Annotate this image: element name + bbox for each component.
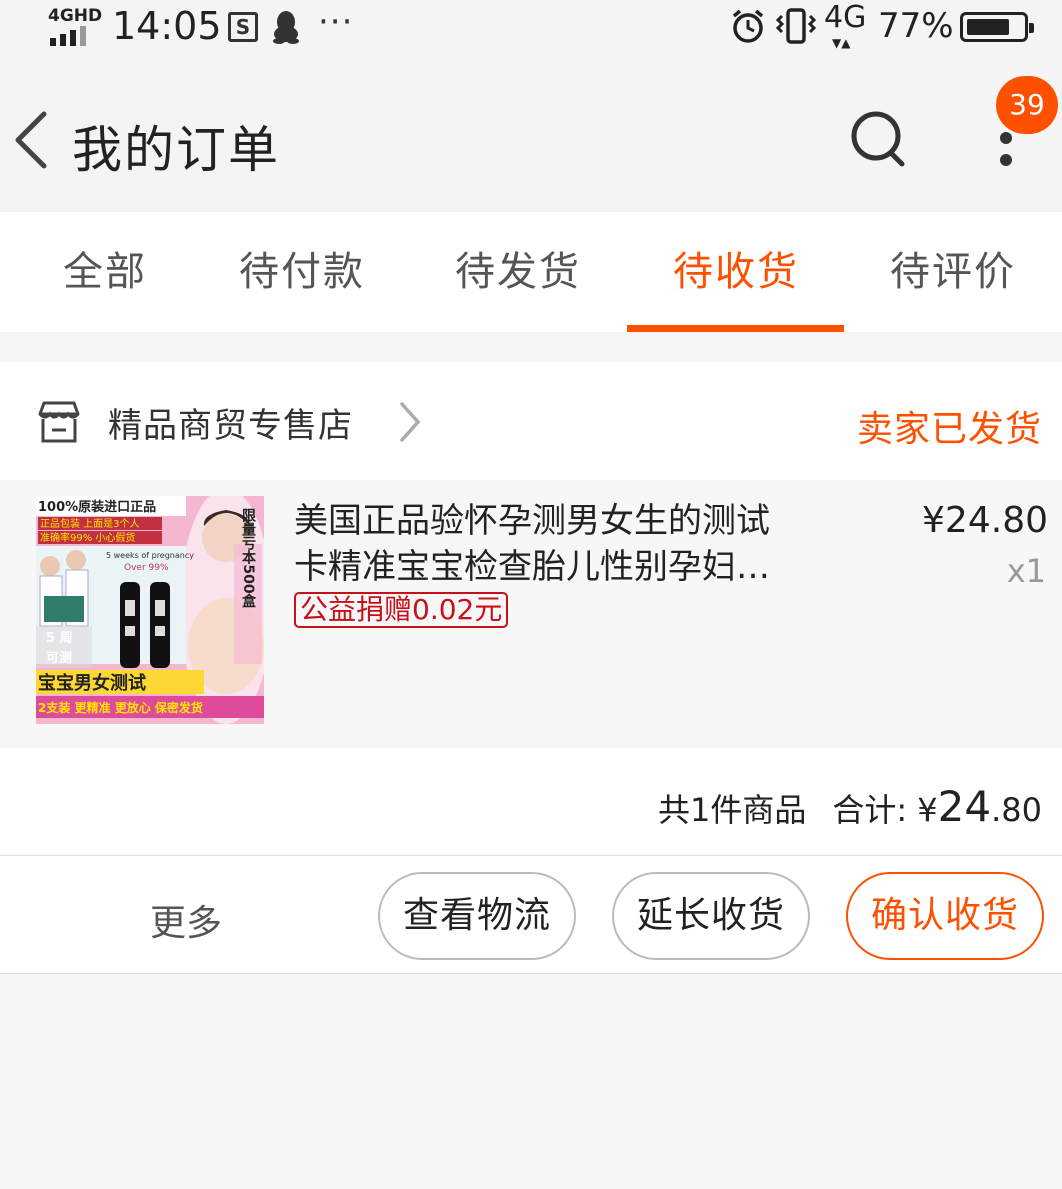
battery-icon [960,12,1034,42]
tab-pending-shipment[interactable]: 待发货 [438,212,598,332]
back-icon[interactable] [10,110,54,170]
currency-symbol: ¥ [917,791,938,829]
product-title-line-1: 美国正品验怀孕测男女生的测试 [294,501,770,541]
shop-name[interactable]: 精品商贸专售店 [108,398,353,447]
chevron-right-icon[interactable] [394,400,424,444]
thumb-weeks: 5 weeks of pregnancy [106,551,194,560]
product-title-line-2: 卡精准宝宝检查胎儿性别孕妇… [294,547,770,587]
order-status: 卖家已发货 [856,409,1042,450]
view-logistics-button[interactable]: 查看物流 [378,872,576,960]
order-actions: 更多 查看物流 延长收货 确认收货 [0,855,1062,974]
more-link[interactable]: 更多 [150,894,222,946]
product-title: 美国正品验怀孕测男女生的测试 卡精准宝宝检查胎儿性别孕妇… [294,498,808,590]
tab-pending-review[interactable]: 待评价 [872,212,1034,332]
product-quantity: x1 [1006,552,1046,590]
shop-header: 精品商贸专售店 卖家已发货 [0,362,1062,480]
product-price: ¥24.80 [922,500,1048,541]
total-label: 合计: [832,791,908,829]
network-indicator: 4GHD [48,6,103,46]
tab-pending-receipt[interactable]: 待收货 [656,212,816,332]
thumb-over: Over 99% [124,563,169,573]
order-item[interactable]: 100%原装进口正品 正品包装 上面是3个人 准确率99% 小心假货 5 wee… [0,480,1062,748]
charity-tag: 公益捐赠0.02元 [294,592,509,628]
mobile-data-label: 4G [824,0,867,35]
product-image: 100%原装进口正品 正品包装 上面是3个人 准确率99% 小心假货 5 wee… [36,496,264,724]
search-icon[interactable] [848,108,908,170]
order-list-page: 4GHD 14:05 S ··· 4G ▼▲ 77% 我的订单 39 全部 待付… [0,0,1062,1189]
page-title: 我的订单 [72,121,280,179]
order-summary: 共1件商品 合计: ¥24.80 [0,748,1062,854]
notification-badge: 39 [996,76,1058,134]
qq-icon [273,11,299,44]
store-icon [38,401,80,443]
order-total: 共1件商品 合计: ¥24.80 [658,782,1042,831]
thumb-top-banner: 100%原装进口正品 [38,499,156,515]
item-count: 共1件商品 [657,791,807,829]
order-tabs: 全部 待付款 待发货 待收货 待评价 [0,212,1062,332]
active-tab-indicator [627,325,844,332]
empty-area [0,975,1062,1189]
thumb-bottom-caption: 2支装 更精准 更放心 保密发货 [38,700,203,715]
product-thumbnail: 100%原装进口正品 正品包装 上面是3个人 准确率99% 小心假货 5 wee… [36,496,264,724]
network-label: 4GHD [48,6,103,26]
extend-receipt-button[interactable]: 延长收货 [612,872,810,960]
status-bar: 4GHD 14:05 S ··· 4G ▼▲ 77% [0,0,1062,58]
thumb-line-b: 准确率99% 小心假货 [40,531,135,544]
tab-pending-payment[interactable]: 待付款 [222,212,382,332]
battery-percent: 77% [878,6,954,46]
clock: 14:05 [112,4,222,48]
data-arrows-icon: ▼▲ [832,36,851,50]
vibrate-icon [776,8,816,44]
thumb-testable: 可测 [46,650,72,666]
more-dots-icon: ··· [318,2,354,42]
total-decimal: .80 [991,791,1042,829]
header: 我的订单 39 [0,58,1062,212]
battery-level [967,19,1009,35]
thumb-main-caption: 宝宝男女测试 [38,672,146,694]
s-app-icon: S [228,12,258,42]
confirm-receipt-button[interactable]: 确认收货 [846,872,1044,960]
alarm-icon [732,9,764,43]
tab-all[interactable]: 全部 [30,212,180,332]
thumb-line-a: 正品包装 上面是3个人 [40,517,140,530]
total-integer: 24 [937,782,992,831]
thumb-limit: 限量亏本500盒 [240,508,257,609]
thumb-five-weeks: 5 周 [46,631,73,646]
